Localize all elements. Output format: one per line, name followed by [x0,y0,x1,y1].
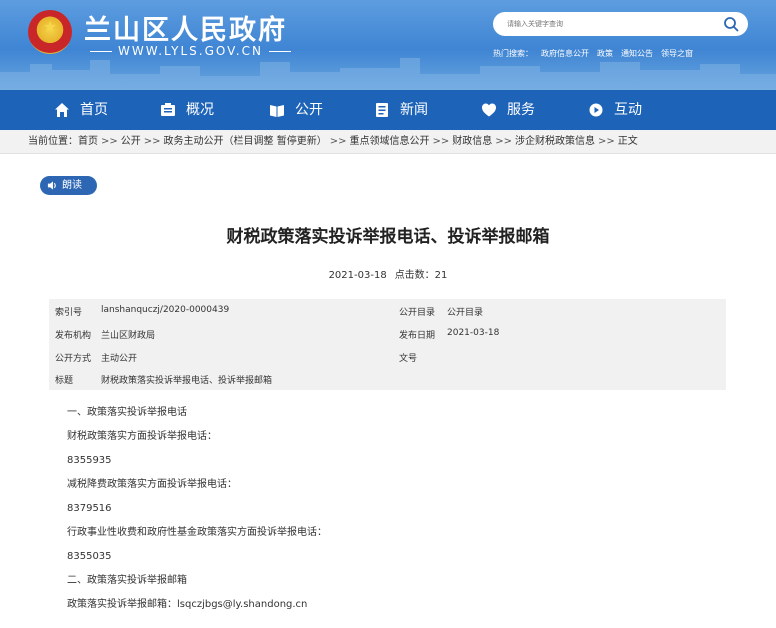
article-meta: 2021-03-18 点击数：21 [0,266,776,281]
info-label: 文号 [399,354,418,364]
site-domain: WWW.LYLS.GOV.CN [84,44,297,58]
info-label: 发布机构 [55,331,92,341]
breadcrumb-item[interactable]: 公开 [121,136,141,147]
breadcrumb-sep: >> [101,136,118,147]
nav-label: 概况 [186,102,214,118]
hot-search: 热门搜索： 政府信息公开 政策 通知公告 领导之窗 [493,48,701,59]
hot-search-label: 热门搜索： [493,49,533,58]
hot-search-item[interactable]: 政府信息公开 [541,49,589,58]
content-paragraph: 8355035 [67,551,112,562]
hot-search-item[interactable]: 通知公告 [621,49,653,58]
breadcrumb-sep: >> [495,136,513,147]
nav-label: 新闻 [400,102,428,118]
nav-label: 公开 [295,102,323,118]
nav-label: 服务 [507,102,535,118]
breadcrumb-item[interactable]: 政务主动公开（栏目调整 暂停更新） [164,136,327,147]
chat-icon [589,103,603,117]
breadcrumb-sep: >> [432,136,450,147]
content-paragraph: 财税政策落实方面投诉举报电话： [67,431,217,442]
heart-icon [482,103,496,117]
info-value: lanshanquczj/2020-0000439 [101,305,230,315]
article-title: 财税政策落实投诉举报电话、投诉举报邮箱 [226,227,550,247]
nav-label: 首页 [80,102,108,118]
info-value[interactable]: 公开目录 [447,305,483,318]
overview-icon [161,103,175,116]
breadcrumb-item[interactable]: 财政信息 [452,136,492,147]
book-icon [270,105,284,117]
read-aloud-button[interactable]: 朗读 [40,176,97,195]
breadcrumb-sep: >> [143,136,161,147]
breadcrumb-item[interactable]: 重点领域信息公开 [349,136,429,147]
breadcrumb-item[interactable]: 涉企财税政策信息 [515,136,595,147]
breadcrumb-item[interactable]: 首页 [78,136,98,147]
breadcrumb-item: 正文 [617,136,638,147]
content-paragraph: 8379516 [67,503,112,514]
hot-search-item[interactable]: 领导之窗 [661,49,693,58]
info-label: 发布日期 [399,331,436,341]
info-label: 公开目录 [399,308,436,318]
home-icon [55,103,69,117]
info-label: 公开方式 [55,354,92,364]
info-value: 主动公开 [101,354,138,364]
content-paragraph: 行政事业性收费和政府性基金政策落实方面投诉举报电话： [67,527,327,538]
search-box [493,12,748,36]
content-paragraph: 一、政策落实投诉举报电话 [67,407,187,418]
content-paragraph: 减税降费政策落实方面投诉举报电话： [67,479,237,490]
search-icon[interactable] [723,16,739,32]
nav-label: 互动 [614,102,642,118]
article-content: 一、政策落实投诉举报电话 财税政策落实方面投诉举报电话： 8355935 减税降… [67,406,327,622]
article-date: 2021-03-18 [328,270,387,281]
breadcrumb: 当前位置：首页 >> 公开 >> 政务主动公开（栏目调整 暂停更新） >> 重点领域信息公开… [0,130,776,154]
breadcrumb-sep: >> [329,136,347,147]
content-paragraph: 8355935 [67,455,112,466]
info-label: 索引号 [55,308,83,318]
breadcrumb-sep: >> [598,136,615,147]
info-table: 索引号 lanshanquczj/2020-0000439 公开目录 公开目录 … [49,299,726,390]
site-title[interactable]: 兰山区人民政府 [84,8,287,47]
content-paragraph: 政策落实投诉举报邮箱：lsqczjbgs@ly.shandong.cn [67,599,308,610]
national-emblem-icon: ★ [28,10,72,54]
info-label: 标题 [55,376,74,386]
hot-search-item[interactable]: 政策 [597,49,613,58]
read-aloud-label: 朗读 [62,180,82,191]
site-header: ★ 兰山区人民政府 WWW.LYLS.GOV.CN 热门搜索： 政府信息公开政策通… [0,0,776,90]
info-value: 2021-03-18 [447,328,500,338]
info-value: 兰山区财政局 [101,331,156,341]
main-nav: 首页 概况 公开 新闻 服务 互动 [0,90,776,130]
content-paragraph: 二、政策落实投诉举报邮箱 [67,575,187,586]
breadcrumb-prefix: 当前位置： [28,136,78,147]
speaker-icon [47,181,56,190]
info-value: 财税政策落实投诉举报电话、投诉举报邮箱 [101,376,273,386]
news-icon [376,103,388,117]
article-clicks: 点击数：21 [394,270,448,281]
search-input[interactable] [507,16,707,32]
